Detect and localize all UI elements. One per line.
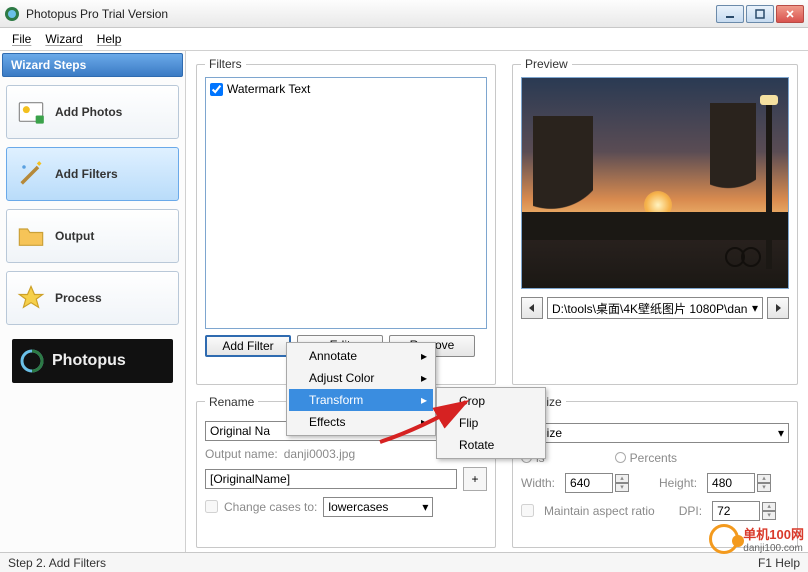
rename-scheme-text: Original Na (210, 424, 270, 438)
filters-fieldset: Filters Watermark Text Add Filter Edit R… (196, 57, 496, 385)
maximize-button[interactable] (746, 5, 774, 23)
filter-list[interactable]: Watermark Text (205, 77, 487, 329)
preview-image (521, 77, 789, 289)
case-select[interactable]: lowercases ▾ (323, 497, 433, 517)
filter-label: Watermark Text (227, 82, 310, 96)
down-icon[interactable]: ▾ (615, 483, 629, 492)
submenu-rotate[interactable]: Rotate (439, 434, 543, 456)
menu-file[interactable]: File (6, 30, 37, 48)
window-title: Photopus Pro Trial Version (26, 7, 716, 21)
up-icon[interactable]: ▴ (757, 474, 771, 483)
status-step: Step 2. Add Filters (8, 556, 106, 570)
aspect-ratio-label: Maintain aspect ratio (544, 504, 655, 518)
step-process[interactable]: Process (6, 271, 179, 325)
rename-add-token-button[interactable]: + (463, 467, 487, 491)
titlebar: Photopus Pro Trial Version (0, 0, 808, 28)
minimize-button[interactable] (716, 5, 744, 23)
chevron-right-icon: ▸ (421, 349, 427, 363)
output-name-label: Output name: (205, 447, 278, 461)
sidebar-header: Wizard Steps (2, 53, 183, 77)
width-label: Width: (521, 476, 555, 490)
menu-adjust-color[interactable]: Adjust Color▸ (289, 367, 433, 389)
add-filter-context-menu: Annotate▸ Adjust Color▸ Transform▸ Effec… (286, 342, 436, 436)
height-label: Height: (659, 476, 697, 490)
submenu-flip[interactable]: Flip (439, 412, 543, 434)
down-icon[interactable]: ▾ (762, 511, 776, 520)
watermark-line1: 单机100网 (743, 524, 804, 543)
menu-transform[interactable]: Transform▸ (289, 389, 433, 411)
status-help: F1 Help (758, 556, 800, 570)
corner-watermark: 单机100网 danji100.com (709, 524, 804, 554)
menu-annotate[interactable]: Annotate▸ (289, 345, 433, 367)
output-name-value: danji0003.jpg (284, 447, 355, 461)
step-output[interactable]: Output (6, 209, 179, 263)
transform-submenu: Crop Flip Rotate (436, 387, 546, 459)
rename-template-input[interactable] (205, 469, 457, 489)
step-label: Add Filters (55, 167, 118, 181)
submenu-crop[interactable]: Crop (439, 390, 543, 412)
height-input[interactable]: ▴▾ (707, 473, 771, 493)
preview-fieldset: Preview D:\tools\桌面\4K壁纸图片 1080P\dan ▾ (512, 57, 798, 385)
change-cases-checkbox[interactable] (205, 500, 218, 513)
brand-logo-icon (20, 349, 44, 373)
plus-icon: + (471, 472, 478, 486)
wand-icon (17, 160, 45, 188)
step-add-photos[interactable]: Add Photos (6, 85, 179, 139)
next-image-button[interactable] (767, 297, 789, 319)
filter-checkbox[interactable] (210, 83, 223, 96)
step-add-filters[interactable]: Add Filters (6, 147, 179, 201)
folder-icon (17, 222, 45, 250)
chevron-right-icon: ▸ (421, 415, 427, 429)
step-label: Add Photos (55, 105, 122, 119)
photos-icon (17, 98, 45, 126)
close-button[interactable] (776, 5, 804, 23)
sidebar: Wizard Steps Add Photos Add Filters Outp… (0, 51, 186, 552)
filters-legend: Filters (205, 57, 246, 71)
menubar: File Wizard Help (0, 28, 808, 50)
statusbar: Step 2. Add Filters F1 Help (0, 552, 808, 572)
chevron-right-icon: ▸ (421, 371, 427, 385)
percents-radio[interactable]: Percents (615, 451, 677, 465)
step-label: Process (55, 291, 102, 305)
filter-item[interactable]: Watermark Text (210, 82, 482, 96)
star-icon (17, 284, 45, 312)
image-path-text: D:\tools\桌面\4K壁纸图片 1080P\dan (552, 300, 747, 317)
chevron-right-icon: ▸ (421, 393, 427, 407)
step-label: Output (55, 229, 94, 243)
brand-banner: Photopus (12, 339, 173, 383)
chevron-down-icon: ▾ (778, 426, 784, 440)
rename-legend: Rename (205, 395, 258, 409)
dpi-label: DPI: (679, 504, 702, 518)
image-path-select[interactable]: D:\tools\桌面\4K壁纸图片 1080P\dan ▾ (547, 297, 763, 319)
prev-image-button[interactable] (521, 297, 543, 319)
watermark-line2: danji100.com (743, 543, 804, 554)
down-icon[interactable]: ▾ (757, 483, 771, 492)
up-icon[interactable]: ▴ (762, 502, 776, 511)
dpi-input[interactable]: ▴▾ (712, 501, 776, 521)
add-filter-button[interactable]: Add Filter (205, 335, 291, 357)
menu-effects[interactable]: Effects▸ (289, 411, 433, 433)
main-panel: Filters Watermark Text Add Filter Edit R… (186, 51, 808, 552)
aspect-ratio-checkbox[interactable] (521, 504, 534, 517)
change-cases-label: Change cases to: (224, 500, 317, 514)
resize-mode-select[interactable]: al Size ▾ (521, 423, 789, 443)
up-icon[interactable]: ▴ (615, 474, 629, 483)
brand-text: Photopus (52, 352, 126, 370)
menu-help[interactable]: Help (91, 30, 128, 48)
app-icon (4, 6, 20, 22)
watermark-logo-icon (709, 524, 739, 554)
chevron-down-icon: ▾ (752, 301, 758, 315)
chevron-down-icon: ▾ (422, 500, 428, 514)
preview-legend: Preview (521, 57, 572, 71)
case-option-text: lowercases (328, 500, 388, 514)
menu-wizard[interactable]: Wizard (39, 30, 88, 48)
width-input[interactable]: ▴▾ (565, 473, 629, 493)
